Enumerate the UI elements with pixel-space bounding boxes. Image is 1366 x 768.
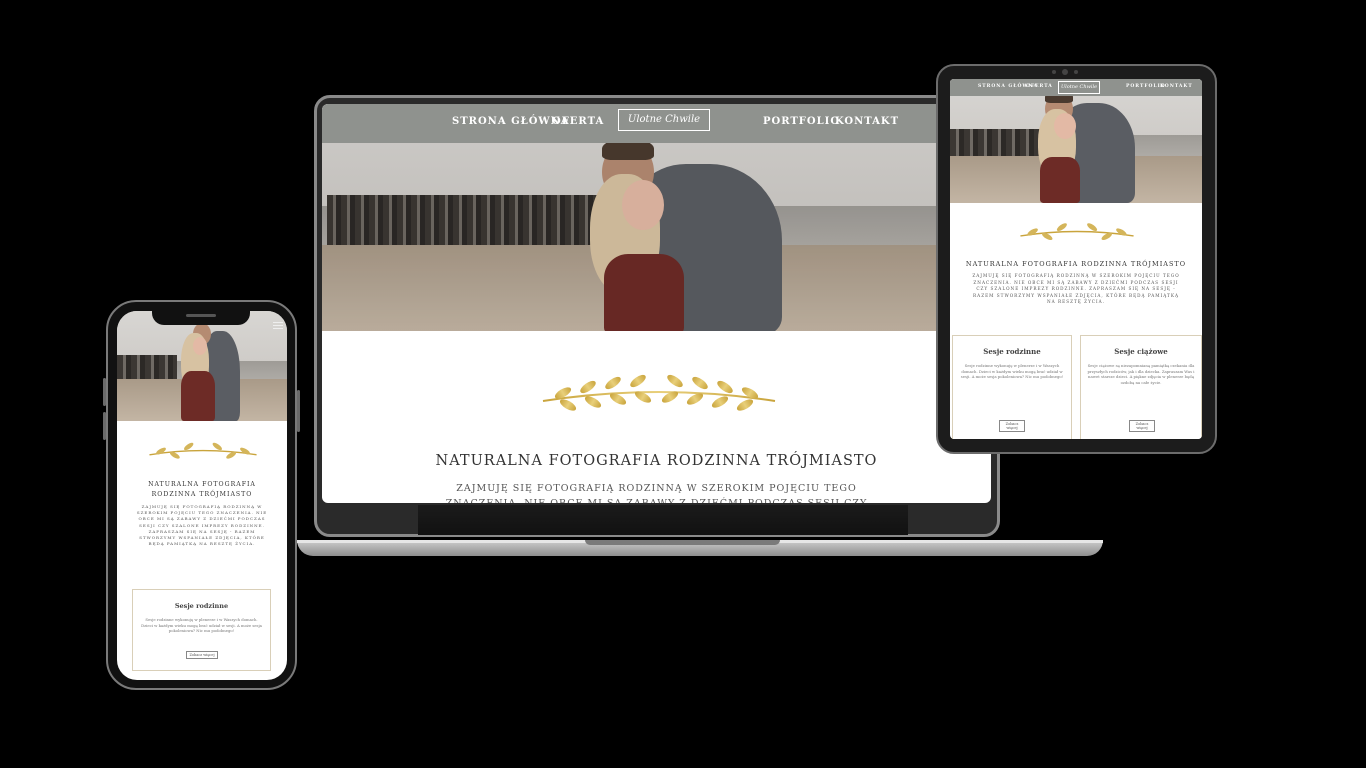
tablet-card-pregnancy: Sesje ciążowe Sesje ciążowe są niezapomn… — [1080, 335, 1202, 439]
phone-notch — [152, 309, 250, 325]
tablet-nav-offer[interactable]: OFERTA — [1026, 84, 1053, 89]
laptop-screen: STRONA GŁÓWNA OFERTA Ulotne Chwile PORTF… — [322, 104, 991, 503]
tablet-camera — [1062, 69, 1068, 75]
tablet-nav-contact[interactable]: KONTAKT — [1160, 84, 1193, 89]
tablet-page-heading: NATURALNA FOTOGRAFIA RODZINNA TRÓJMIASTO — [965, 260, 1187, 268]
phone-card-family: Sesje rodzinne Sesje rodzinne wykonuję w… — [132, 589, 271, 671]
card-title: Sesje rodzinne — [983, 347, 1041, 356]
tablet-site-nav: STRONA GŁÓWNA OFERTA Ulotne Chwile PORTF… — [950, 79, 1202, 96]
phone-page-heading: NATURALNA FOTOGRAFIA RODZINNA TRÓJMIASTO — [148, 481, 256, 498]
card-more-button[interactable]: Zobacz więcej — [1129, 420, 1155, 433]
laptop-keyboard-reflection — [418, 505, 908, 535]
hamburger-menu-icon[interactable] — [273, 322, 283, 329]
tablet-card-family: Sesje rodzinne Sesje rodzinne wykonuję w… — [952, 335, 1072, 439]
card-title: Sesje rodzinne — [174, 602, 229, 610]
nav-offer[interactable]: OFERTA — [552, 116, 604, 127]
phone-speaker — [186, 314, 216, 317]
tablet-hero-photo — [950, 79, 1202, 203]
nav-portfolio[interactable]: PORTFOLIO — [763, 116, 840, 127]
gold-laurel-icon — [149, 442, 257, 459]
gold-laurel-icon — [542, 374, 776, 411]
phone-power-button — [297, 390, 300, 432]
phone-hero-photo — [117, 311, 287, 421]
card-more-button[interactable]: Zobacz więcej — [999, 420, 1025, 433]
site-logo[interactable]: Ulotne Chwile — [618, 109, 710, 131]
tablet-sensor — [1074, 70, 1078, 74]
intro-paragraph: ZAJMUJĘ SIĘ FOTOGRAFIĄ RODZINNĄ W SZEROK… — [446, 483, 867, 503]
card-text: Sesje rodzinne wykonuję w plenerze i w W… — [960, 363, 1064, 380]
tablet-intro-paragraph: ZAJMUJĘ SIĘ FOTOGRAFIĄ RODZINNĄ W SZEROK… — [972, 273, 1180, 304]
phone-screen: NATURALNA FOTOGRAFIA RODZINNA TRÓJMIASTO… — [117, 311, 287, 680]
laptop-base-notch — [585, 540, 780, 545]
tablet-screen: STRONA GŁÓWNA OFERTA Ulotne Chwile PORTF… — [950, 79, 1202, 439]
page-heading: NATURALNA FOTOGRAFIA RODZINNA TRÓJMIASTO — [435, 453, 878, 469]
card-title: Sesje ciążowe — [1114, 347, 1168, 356]
gold-laurel-icon — [1020, 223, 1134, 241]
nav-contact[interactable]: KONTAKT — [835, 116, 899, 127]
site-nav: STRONA GŁÓWNA OFERTA Ulotne Chwile PORTF… — [322, 104, 991, 143]
tablet-site-logo[interactable]: Ulotne Chwile — [1058, 81, 1100, 94]
tablet-sensor — [1052, 70, 1056, 74]
card-text: Sesje ciążowe są niezapomnianą pamiątką … — [1087, 363, 1195, 386]
card-more-button[interactable]: Zobacz więcej — [186, 651, 218, 660]
phone-intro-paragraph: ZAJMUJĘ SIĘ FOTOGRAFIĄ RODZINNĄ W SZEROK… — [136, 504, 268, 547]
card-text: Sesje rodzinne wykonuję w plenerze i w W… — [141, 617, 262, 634]
